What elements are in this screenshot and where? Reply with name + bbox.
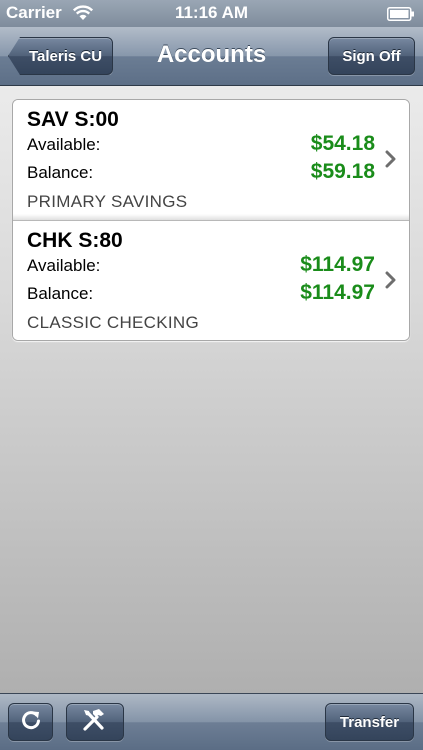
account-row-checking[interactable]: CHK S:80 Available: $114.97 Balance: $11… [13,220,409,340]
sign-off-label: Sign Off [342,47,401,65]
refresh-button[interactable] [8,703,53,741]
accounts-list: SAV S:00 Available: $54.18 Balance: $59.… [12,99,410,341]
account-name: CHK S:80 [27,229,123,252]
account-description: PRIMARY SAVINGS [27,192,188,211]
available-label: Available: [27,135,101,154]
available-label: Available: [27,256,101,275]
clock: 11:16 AM [174,3,249,22]
account-name: SAV S:00 [27,108,119,131]
chevron-right-icon [385,271,397,294]
status-bar: Carrier 11:16 AM [0,0,423,27]
navigation-bar: Taleris CU Accounts Sign Off [0,27,423,86]
available-amount: $114.97 [300,253,375,276]
balance-label: Balance: [27,163,94,182]
tools-button[interactable] [66,703,124,741]
screen: Carrier 11:16 AM Taleris CU Accounts Sig… [0,0,423,750]
account-row-savings[interactable]: SAV S:00 Available: $54.18 Balance: $59.… [13,100,409,220]
refresh-icon [20,709,42,735]
balance-amount: $114.97 [300,281,375,304]
bottom-toolbar: Transfer [0,693,423,750]
balance-amount: $59.18 [310,160,375,183]
account-description: CLASSIC CHECKING [27,313,200,332]
balance-label: Balance: [27,284,94,303]
tools-icon [81,707,109,737]
transfer-label: Transfer [339,713,400,731]
battery-icon [387,6,415,26]
chevron-right-icon [385,150,397,173]
transfer-button[interactable]: Transfer [325,703,414,741]
sign-off-button[interactable]: Sign Off [328,37,415,75]
available-amount: $54.18 [310,132,375,155]
